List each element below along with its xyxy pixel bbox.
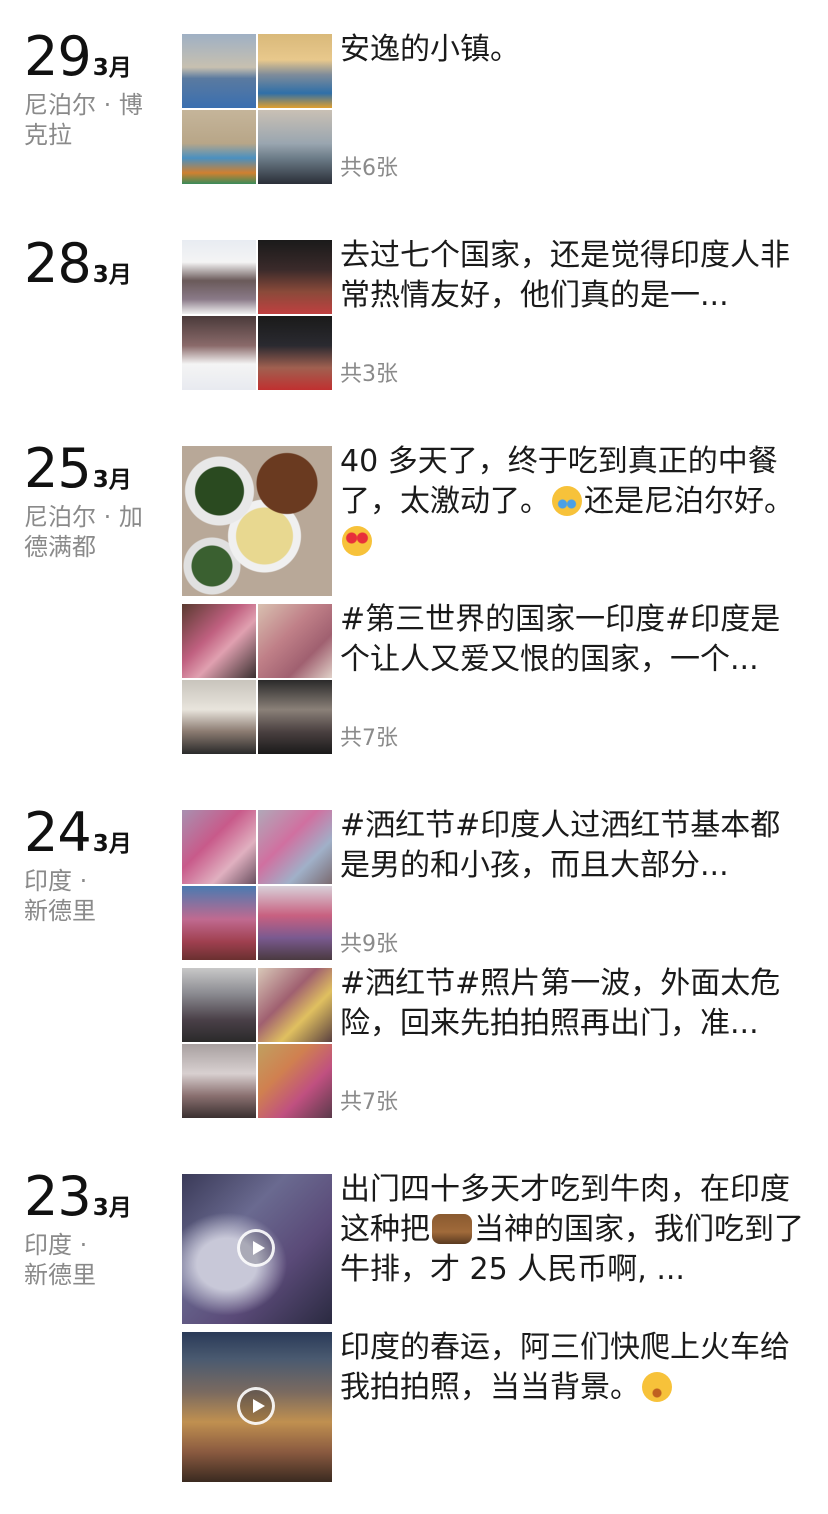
post-text: 安逸的小镇。 — [340, 32, 520, 67]
post-item[interactable]: 40 多天了，终于吃到真正的中餐了，太激动了。 还是尼泊尔好。 — [182, 444, 812, 596]
heart-eyes-emoji-icon — [342, 526, 372, 556]
play-icon[interactable] — [237, 1387, 275, 1425]
video-thumb[interactable] — [182, 1332, 332, 1482]
day-header-23: 233月 印度 · 新德里 — [24, 1170, 174, 1290]
post-text: #第三世界的国家一印度#印度是个让人又爱又恨的国家，一个... — [340, 602, 781, 677]
photo-grid[interactable] — [182, 810, 332, 960]
photo-grid[interactable] — [182, 604, 332, 754]
photo-thumb[interactable] — [258, 886, 332, 960]
photo-count: 共3张 — [340, 362, 398, 387]
photo-thumb[interactable] — [182, 110, 256, 184]
day-header-29: 293月 尼泊尔 · 博克拉 — [24, 30, 174, 150]
post-item[interactable]: #洒红节#印度人过洒红节基本都是男的和小孩，而且大部分... 共9张 — [182, 808, 812, 960]
crying-emoji-icon — [552, 486, 582, 516]
post-text-part: 印度的春运，阿三们快爬上火车给我拍拍照，当当背景。 — [340, 1330, 790, 1405]
day-month: 3月 — [92, 55, 132, 81]
photo-thumb[interactable] — [258, 316, 332, 390]
photo-grid[interactable] — [182, 240, 332, 390]
day-header-24: 243月 印度 · 新德里 — [24, 806, 174, 926]
video-thumb[interactable] — [182, 1174, 332, 1324]
photo-thumb[interactable] — [182, 604, 256, 678]
photo-thumb[interactable] — [258, 110, 332, 184]
day-number: 24 — [24, 801, 92, 864]
photo-count: 共7张 — [340, 726, 398, 751]
post-item[interactable]: #第三世界的国家一印度#印度是个让人又爱又恨的国家，一个... 共7张 — [182, 602, 812, 754]
location-label: 印度 · 新德里 — [24, 1231, 96, 1289]
post-text: #洒红节#印度人过洒红节基本都是男的和小孩，而且大部分... — [340, 808, 781, 883]
post-item[interactable]: 出门四十多天才吃到牛肉，在印度这种把 当神的国家，我们吃到了牛排，才 25 人民币… — [182, 1172, 812, 1324]
photo-thumb[interactable] — [258, 34, 332, 108]
photo-thumb[interactable] — [182, 240, 256, 314]
day-number: 29 — [24, 25, 92, 88]
post-item[interactable]: 印度的春运，阿三们快爬上火车给我拍拍照，当当背景。 — [182, 1330, 812, 1482]
photo-count: 共7张 — [340, 1090, 398, 1115]
photo-thumb[interactable] — [258, 968, 332, 1042]
location-label: 尼泊尔 · 博克拉 — [24, 91, 143, 149]
photo-thumb[interactable] — [258, 680, 332, 754]
photo-thumb[interactable] — [182, 446, 332, 596]
photo-thumb[interactable] — [182, 968, 256, 1042]
post-text: 出门四十多天才吃到牛肉，在印度这种把 当神的国家，我们吃到了牛排，才 25 人民币… — [340, 1170, 810, 1296]
day-month: 3月 — [92, 1195, 132, 1221]
photo-thumb[interactable] — [182, 886, 256, 960]
photo-thumb[interactable] — [182, 1044, 256, 1118]
photo-thumb[interactable] — [182, 316, 256, 390]
day-header-25: 253月 尼泊尔 · 加德满都 — [24, 442, 174, 562]
photo-count: 共9张 — [340, 932, 398, 957]
play-icon[interactable] — [237, 1229, 275, 1267]
photo-thumb[interactable] — [182, 680, 256, 754]
smiling-emoji-icon — [642, 1372, 672, 1402]
day-header-28: 283月 — [24, 237, 174, 291]
photo-single[interactable] — [182, 446, 332, 596]
post-item[interactable]: 去过七个国家，还是觉得印度人非常热情友好，他们真的是一... 共3张 — [182, 238, 812, 390]
day-month: 3月 — [92, 262, 132, 288]
photo-thumb[interactable] — [258, 604, 332, 678]
photo-count: 共6张 — [340, 156, 398, 181]
post-text: 去过七个国家，还是觉得印度人非常热情友好，他们真的是一... — [340, 238, 790, 313]
day-number: 28 — [24, 232, 92, 295]
post-text: 印度的春运，阿三们快爬上火车给我拍拍照，当当背景。 — [340, 1328, 810, 1408]
photo-thumb[interactable] — [182, 810, 256, 884]
post-item[interactable]: 安逸的小镇。 共6张 — [182, 32, 812, 184]
location-label: 印度 · 新德里 — [24, 867, 96, 925]
photo-grid[interactable] — [182, 34, 332, 184]
photo-thumb[interactable] — [258, 810, 332, 884]
post-item[interactable]: #洒红节#照片第一波，外面太危险，回来先拍拍照再出门，准... 共7张 — [182, 966, 812, 1118]
photo-thumb[interactable] — [258, 240, 332, 314]
day-number: 23 — [24, 1165, 92, 1228]
cow-emoji-icon — [432, 1214, 472, 1244]
post-text-part: 还是尼泊尔好。 — [584, 484, 794, 519]
photo-thumb[interactable] — [258, 1044, 332, 1118]
post-text: #洒红节#照片第一波，外面太危险，回来先拍拍照再出门，准... — [340, 966, 781, 1041]
day-month: 3月 — [92, 467, 132, 493]
day-number: 25 — [24, 437, 92, 500]
post-text: 40 多天了，终于吃到真正的中餐了，太激动了。 还是尼泊尔好。 — [340, 442, 810, 568]
photo-grid[interactable] — [182, 968, 332, 1118]
location-label: 尼泊尔 · 加德满都 — [24, 503, 143, 561]
day-month: 3月 — [92, 831, 132, 857]
photo-thumb[interactable] — [182, 34, 256, 108]
